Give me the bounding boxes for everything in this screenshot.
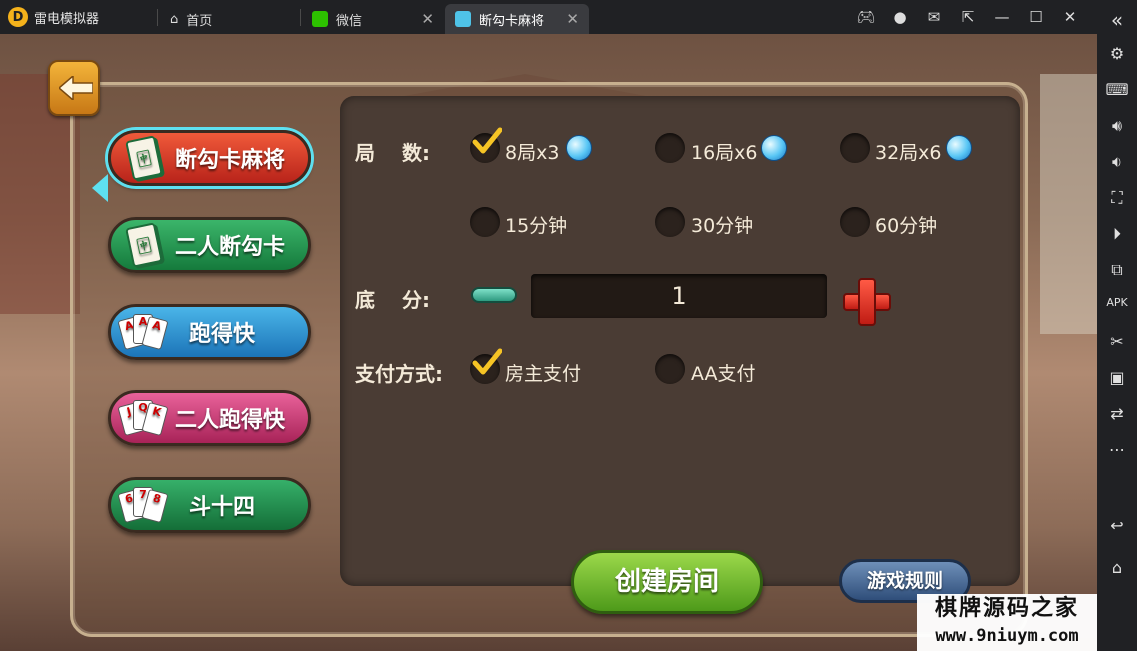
tab-separator [300, 9, 301, 26]
titlebar-controls: 🎮︎ ● ✉ ⇱ — ☐ ✕ [849, 0, 1087, 34]
round-option-8-label[interactable]: 8局x3 [505, 138, 559, 165]
close-window-icon[interactable]: ✕ [1053, 8, 1087, 26]
mode-label: 跑得快 [189, 322, 256, 347]
app-name: 雷电模拟器 [34, 11, 100, 27]
back-button[interactable] [48, 60, 100, 116]
scissors-icon[interactable]: ✂ [1097, 332, 1137, 351]
keyboard-icon[interactable]: ⌨ [1097, 80, 1137, 99]
leidian-logo-icon: D [8, 7, 28, 27]
playing-cards-icon: 678 [117, 480, 169, 530]
rounds-label: 局 数: [355, 141, 430, 165]
mode-paodekuai[interactable]: AAA 跑得快 [108, 304, 311, 360]
watermark: 棋牌源码之家 www.9niuym.com [917, 594, 1097, 651]
room-options-panel [340, 96, 1020, 586]
tab-separator [157, 9, 158, 26]
background-decor-right [1040, 74, 1097, 334]
tab-game[interactable]: 断勾卡麻将 ✕ [445, 4, 589, 34]
tab-label: 断勾卡麻将 [479, 13, 545, 29]
back-arrow-icon [59, 76, 93, 100]
round-option-16-radio[interactable] [655, 133, 685, 163]
selected-mode-pointer [92, 174, 108, 202]
time-option-30-label[interactable]: 30分钟 [691, 211, 753, 238]
mode-doushisi[interactable]: 678 斗十四 [108, 477, 311, 533]
playing-cards-icon: JQK [117, 393, 169, 443]
screenshot-icon[interactable]: ⛶ [1097, 188, 1137, 208]
create-room-button[interactable]: 创建房间 [571, 550, 763, 614]
tab-close-icon[interactable]: ✕ [566, 10, 579, 28]
diamond-gem-icon [946, 135, 972, 161]
mode-label: 斗十四 [189, 495, 256, 520]
android-home-icon[interactable]: ⌂ [1097, 558, 1137, 577]
settings-icon[interactable]: ⚙ [1097, 44, 1137, 63]
diamond-gem-icon [761, 135, 787, 161]
collapse-sidebar-icon[interactable]: « [1097, 8, 1137, 32]
record-icon[interactable]: ⏵ [1097, 224, 1137, 244]
gamepad-icon[interactable]: 🎮︎ [849, 8, 883, 26]
app-title: D 雷电模拟器 [8, 0, 99, 34]
time-option-15-label[interactable]: 15分钟 [505, 211, 567, 238]
wechat-icon [312, 11, 328, 27]
mahjong-tile-icon: 🀄︎ [119, 220, 169, 270]
volume-down-icon[interactable]: 🔉︎ [1097, 152, 1137, 172]
payment-aa-radio[interactable] [655, 354, 685, 384]
decrease-score-button[interactable] [471, 287, 517, 303]
maximize-icon[interactable]: ☐ [1019, 8, 1053, 26]
mode-label: 断勾卡麻将 [175, 148, 286, 173]
tab-label: 微信 [336, 13, 363, 29]
pin-icon[interactable]: ⇱ [951, 8, 985, 26]
mode-erren-duangouka[interactable]: 🀄︎ 二人断勾卡 [108, 217, 311, 273]
round-option-16-label[interactable]: 16局x6 [691, 138, 758, 165]
mail-icon[interactable]: ✉ [917, 8, 951, 26]
tab-label: 首页 [186, 13, 213, 29]
video-icon[interactable]: ▣ [1097, 368, 1137, 387]
mode-label: 二人断勾卡 [175, 235, 286, 260]
diamond-gem-icon [566, 135, 592, 161]
checkmark-icon [472, 348, 502, 375]
emulator-titlebar: D 雷电模拟器 ⌂ 首页 微信 ✕ 断勾卡麻将 ✕ 🎮︎ ● ✉ ⇱ — ☐ ✕ [0, 0, 1137, 34]
android-back-icon[interactable]: ↩ [1097, 516, 1137, 535]
user-avatar-icon[interactable]: ● [883, 8, 917, 26]
payment-owner-label[interactable]: 房主支付 [505, 359, 581, 386]
more-icon[interactable]: ⋯ [1097, 440, 1137, 459]
time-option-60-radio[interactable] [840, 207, 870, 237]
mahjong-tile-icon: 🀄︎ [119, 133, 169, 183]
increase-score-button[interactable] [843, 278, 891, 326]
watermark-title: 棋牌源码之家 [934, 596, 1079, 621]
tab-close-icon[interactable]: ✕ [421, 10, 434, 28]
base-score-label: 底 分: [355, 288, 430, 312]
apk-install-icon[interactable]: APK [1097, 296, 1137, 309]
game-screen: 🀄︎ 断勾卡麻将 🀄︎ 二人断勾卡 AAA 跑得快 JQK 二人跑得快 678 … [0, 34, 1097, 651]
emulator-sidebar: « ⚙ ⌨ 🔊︎ 🔉︎ ⛶ ⏵ ⧉ APK ✂ ▣ ⇄ ⋯ ↩ ⌂ [1097, 0, 1137, 651]
payment-owner-radio[interactable] [470, 348, 502, 384]
mode-duangouka-majiang[interactable]: 🀄︎ 断勾卡麻将 [108, 130, 311, 186]
home-icon: ⌂ [170, 11, 179, 27]
payment-aa-label[interactable]: AA支付 [691, 359, 756, 386]
payment-label: 支付方式: [355, 362, 443, 386]
round-option-8-radio[interactable] [470, 127, 502, 163]
multi-window-icon[interactable]: ⧉ [1097, 260, 1137, 280]
tab-wechat[interactable]: 微信 ✕ [302, 4, 444, 34]
tab-home[interactable]: ⌂ 首页 [160, 4, 300, 34]
base-score-value: 1 [531, 274, 827, 318]
mode-label: 二人跑得快 [175, 408, 286, 433]
minimize-icon[interactable]: — [985, 8, 1019, 26]
time-option-30-radio[interactable] [655, 207, 685, 237]
mode-erren-paodekuai[interactable]: JQK 二人跑得快 [108, 390, 311, 446]
sync-icon[interactable]: ⇄ [1097, 404, 1137, 423]
watermark-url: www.9niuym.com [935, 626, 1079, 646]
round-option-32-radio[interactable] [840, 133, 870, 163]
checkmark-icon [472, 127, 502, 154]
round-option-32-label[interactable]: 32局x6 [875, 138, 942, 165]
volume-up-icon[interactable]: 🔊︎ [1097, 116, 1137, 136]
game-app-icon [455, 11, 471, 27]
time-option-15-radio[interactable] [470, 207, 500, 237]
time-option-60-label[interactable]: 60分钟 [875, 211, 937, 238]
playing-cards-icon: AAA [117, 307, 169, 357]
